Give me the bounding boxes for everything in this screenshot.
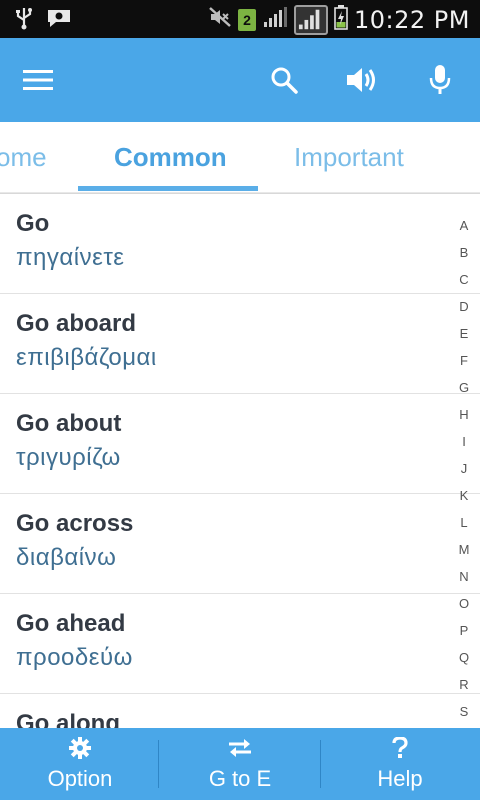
gear-icon: [69, 736, 91, 764]
divider: [158, 740, 159, 788]
list-item[interactable]: Go ahead προοδεύω: [0, 594, 480, 694]
active-tab-indicator: [78, 186, 258, 191]
app-bar: [0, 38, 480, 122]
alphabet-letter[interactable]: Q: [459, 648, 469, 675]
alphabet-index[interactable]: ABCDEFGHIJKLMNOPQRS: [456, 216, 472, 729]
greek-translation: προοδεύω: [16, 644, 133, 671]
alphabet-letter[interactable]: J: [461, 459, 468, 486]
direction-toggle-button[interactable]: G to E: [160, 728, 320, 800]
speaker-icon[interactable]: [342, 60, 382, 100]
tab-bar: ome Common Important: [0, 122, 480, 194]
greek-translation: επιβιβάζομαι: [16, 344, 157, 371]
sim-badge: 2: [238, 8, 257, 31]
microphone-icon[interactable]: [420, 60, 460, 100]
alphabet-letter[interactable]: F: [460, 351, 468, 378]
english-phrase: Go across: [16, 510, 134, 537]
phrase-list: Go πηγαίνετε Go aboard επιβιβάζομαι Go a…: [0, 194, 480, 728]
alphabet-letter[interactable]: S: [460, 702, 469, 729]
signal-strength-icon: [294, 4, 329, 35]
menu-icon[interactable]: [18, 60, 58, 100]
alphabet-letter[interactable]: L: [460, 513, 467, 540]
tab-important[interactable]: Important: [294, 142, 404, 173]
alphabet-letter[interactable]: B: [460, 243, 469, 270]
mute-icon: [208, 5, 232, 34]
battery-charging-icon: [334, 4, 348, 35]
alphabet-letter[interactable]: H: [459, 405, 468, 432]
usb-icon: [14, 6, 34, 35]
list-item[interactable]: Go about τριγυρίζω: [0, 394, 480, 494]
greek-translation: πηγαίνετε: [16, 244, 125, 271]
greek-translation: διαβαίνω: [16, 544, 117, 571]
signal-icon: [262, 5, 288, 34]
help-button[interactable]: Help: [320, 728, 480, 800]
status-bar: 2 10:22 PM: [0, 0, 480, 38]
english-phrase: Go aboard: [16, 310, 137, 337]
question-icon: [391, 735, 409, 764]
english-phrase: Go ahead: [16, 610, 126, 637]
direction-label: G to E: [208, 765, 272, 791]
alphabet-letter[interactable]: I: [462, 432, 466, 459]
swap-arrows-icon: [227, 737, 253, 764]
alphabet-letter[interactable]: A: [460, 216, 469, 243]
english-phrase: Go about: [16, 410, 122, 437]
help-label: Help: [377, 765, 423, 791]
alphabet-letter[interactable]: C: [459, 270, 468, 297]
list-item[interactable]: Go aboard επιβιβάζομαι: [0, 294, 480, 394]
status-time: 10:22 PM: [354, 5, 470, 34]
english-phrase: Go: [16, 210, 50, 237]
tab-home[interactable]: ome: [0, 142, 47, 173]
alphabet-letter[interactable]: G: [459, 378, 469, 405]
alphabet-letter[interactable]: D: [459, 297, 468, 324]
option-button[interactable]: Option: [0, 728, 160, 800]
voicemail-icon: [44, 6, 74, 35]
bottom-bar: Option G to E Help: [0, 728, 480, 800]
greek-translation: τριγυρίζω: [16, 444, 121, 471]
alphabet-letter[interactable]: N: [459, 567, 468, 594]
list-item[interactable]: Go πηγαίνετε: [0, 194, 480, 294]
alphabet-letter[interactable]: E: [460, 324, 469, 351]
alphabet-letter[interactable]: R: [459, 675, 468, 702]
alphabet-letter[interactable]: P: [460, 621, 469, 648]
alphabet-letter[interactable]: K: [460, 486, 469, 513]
alphabet-letter[interactable]: M: [459, 540, 470, 567]
search-icon[interactable]: [264, 60, 304, 100]
tab-common[interactable]: Common: [114, 142, 227, 173]
list-item[interactable]: Go along: [0, 694, 480, 728]
alphabet-letter[interactable]: O: [459, 594, 469, 621]
option-label: Option: [47, 765, 113, 791]
list-item[interactable]: Go across διαβαίνω: [0, 494, 480, 594]
english-phrase: Go along: [16, 710, 120, 728]
